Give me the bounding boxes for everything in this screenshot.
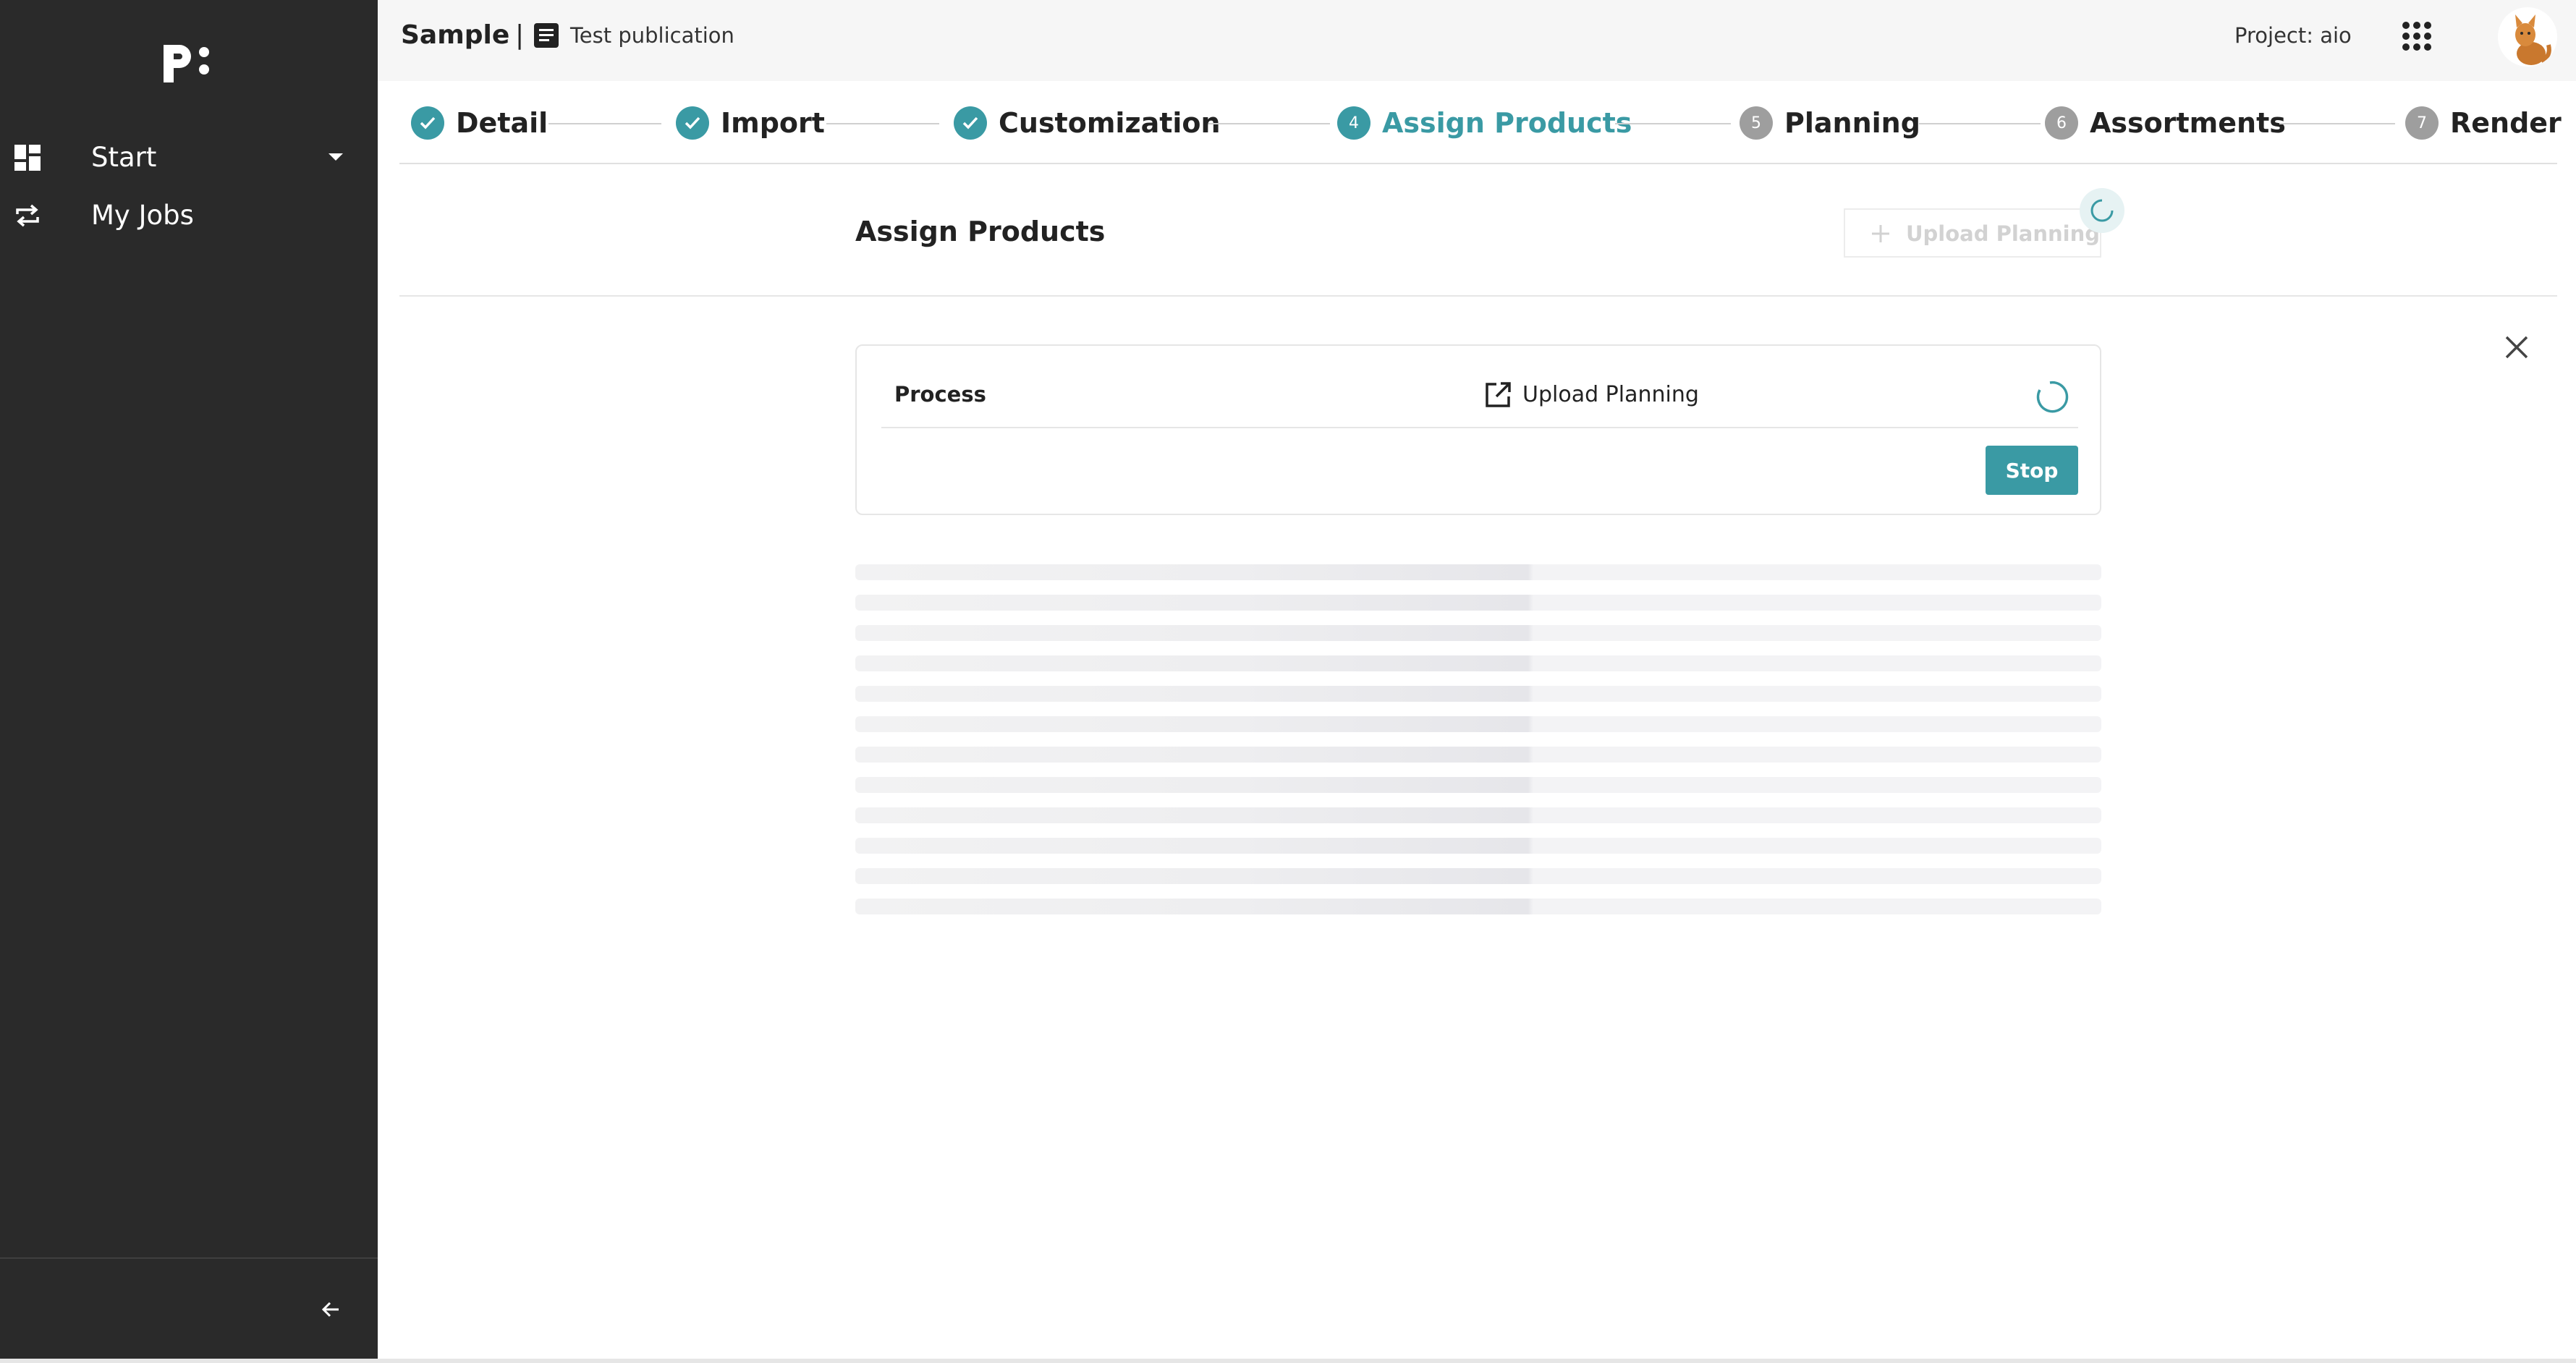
- step-label: Detail: [456, 107, 548, 139]
- step-detail[interactable]: Detail: [411, 103, 548, 143]
- spinner-icon: [2036, 381, 2069, 413]
- step-connector: [1919, 123, 2041, 124]
- step-label: Planning: [1784, 107, 1920, 139]
- step-connector: [548, 123, 661, 124]
- step-planning[interactable]: 5 Planning: [1740, 103, 1920, 143]
- process-link[interactable]: Upload Planning: [1522, 382, 1699, 407]
- step-label: Render: [2450, 107, 2562, 139]
- top-bar: Sample | Test publication Project: aio: [378, 0, 2576, 81]
- skeleton-row: [855, 564, 2101, 580]
- step-assortments[interactable]: 6 Assortments: [2045, 103, 2286, 143]
- collapse-arrow-icon[interactable]: [317, 1295, 346, 1324]
- section-title: Assign Products: [855, 216, 1106, 247]
- stop-button[interactable]: Stop: [1986, 446, 2078, 495]
- skeleton-row: [855, 625, 2101, 641]
- spinner-icon: [2090, 199, 2114, 222]
- window-edge: [378, 1359, 2576, 1363]
- step-label: Customization: [999, 107, 1221, 139]
- step-number-badge: 5: [1740, 106, 1773, 140]
- external-link-icon[interactable]: [1483, 381, 1512, 409]
- skeleton-row: [855, 807, 2101, 823]
- stepper-divider: [399, 163, 2557, 164]
- window-edge: [0, 1359, 378, 1363]
- skeleton-row: [855, 655, 2101, 671]
- avatar[interactable]: [2498, 7, 2557, 67]
- process-label: Process: [894, 382, 986, 407]
- step-label: Assortments: [2090, 107, 2286, 139]
- process-card: Process Upload Planning Stop: [855, 344, 2101, 515]
- page-title[interactable]: Sample: [401, 20, 509, 50]
- skeleton-row: [855, 686, 2101, 702]
- step-import[interactable]: Import: [676, 103, 825, 143]
- check-icon: [676, 106, 709, 140]
- skeleton-row: [855, 716, 2101, 732]
- upload-planning-label: Upload Planning: [1906, 221, 2100, 246]
- breadcrumb-separator: |: [515, 20, 525, 50]
- breadcrumb-document[interactable]: Test publication: [570, 23, 734, 48]
- check-icon: [411, 106, 444, 140]
- skeleton-row: [855, 777, 2101, 793]
- skeleton-row: [855, 595, 2101, 611]
- loading-spinner: [2080, 188, 2124, 233]
- app-logo[interactable]: [156, 38, 214, 88]
- repeat-icon: [16, 204, 39, 227]
- plus-icon: [1872, 225, 1889, 242]
- sidebar-item-start[interactable]: Start: [0, 130, 378, 184]
- step-connector: [1615, 123, 1731, 124]
- cat-avatar-icon: [2515, 14, 2551, 65]
- step-connector: [2279, 123, 2395, 124]
- sidebar-divider: [0, 1257, 378, 1259]
- step-customization[interactable]: Customization: [954, 103, 1221, 143]
- card-divider: [881, 427, 2078, 428]
- skeleton-row: [855, 899, 2101, 914]
- step-number-badge: 6: [2045, 106, 2078, 140]
- skeleton-row: [855, 838, 2101, 854]
- chevron-down-icon[interactable]: [327, 152, 344, 162]
- apps-grid-icon[interactable]: [2401, 20, 2433, 52]
- section-divider: [399, 295, 2557, 297]
- sidebar: Start My Jobs: [0, 0, 378, 1359]
- skeleton-row: [855, 747, 2101, 763]
- project-label[interactable]: Project: aio: [2234, 23, 2352, 48]
- close-icon[interactable]: [2501, 331, 2533, 363]
- upload-planning-button[interactable]: Upload Planning: [1844, 208, 2101, 258]
- step-number-badge: 4: [1337, 106, 1370, 140]
- step-assign-products[interactable]: 4 Assign Products: [1337, 103, 1632, 143]
- step-number-badge: 7: [2405, 106, 2439, 140]
- document-icon: [534, 23, 559, 48]
- step-label: Assign Products: [1382, 107, 1632, 139]
- dashboard-icon: [14, 145, 41, 171]
- sidebar-item-my-jobs[interactable]: My Jobs: [0, 188, 378, 242]
- check-icon: [954, 106, 987, 140]
- step-render[interactable]: 7 Render: [2405, 103, 2562, 143]
- sidebar-item-label: My Jobs: [91, 199, 194, 231]
- step-connector: [1208, 123, 1330, 124]
- step-connector: [826, 123, 939, 124]
- sidebar-item-label: Start: [91, 141, 157, 173]
- skeleton-row: [855, 868, 2101, 884]
- step-label: Import: [721, 107, 825, 139]
